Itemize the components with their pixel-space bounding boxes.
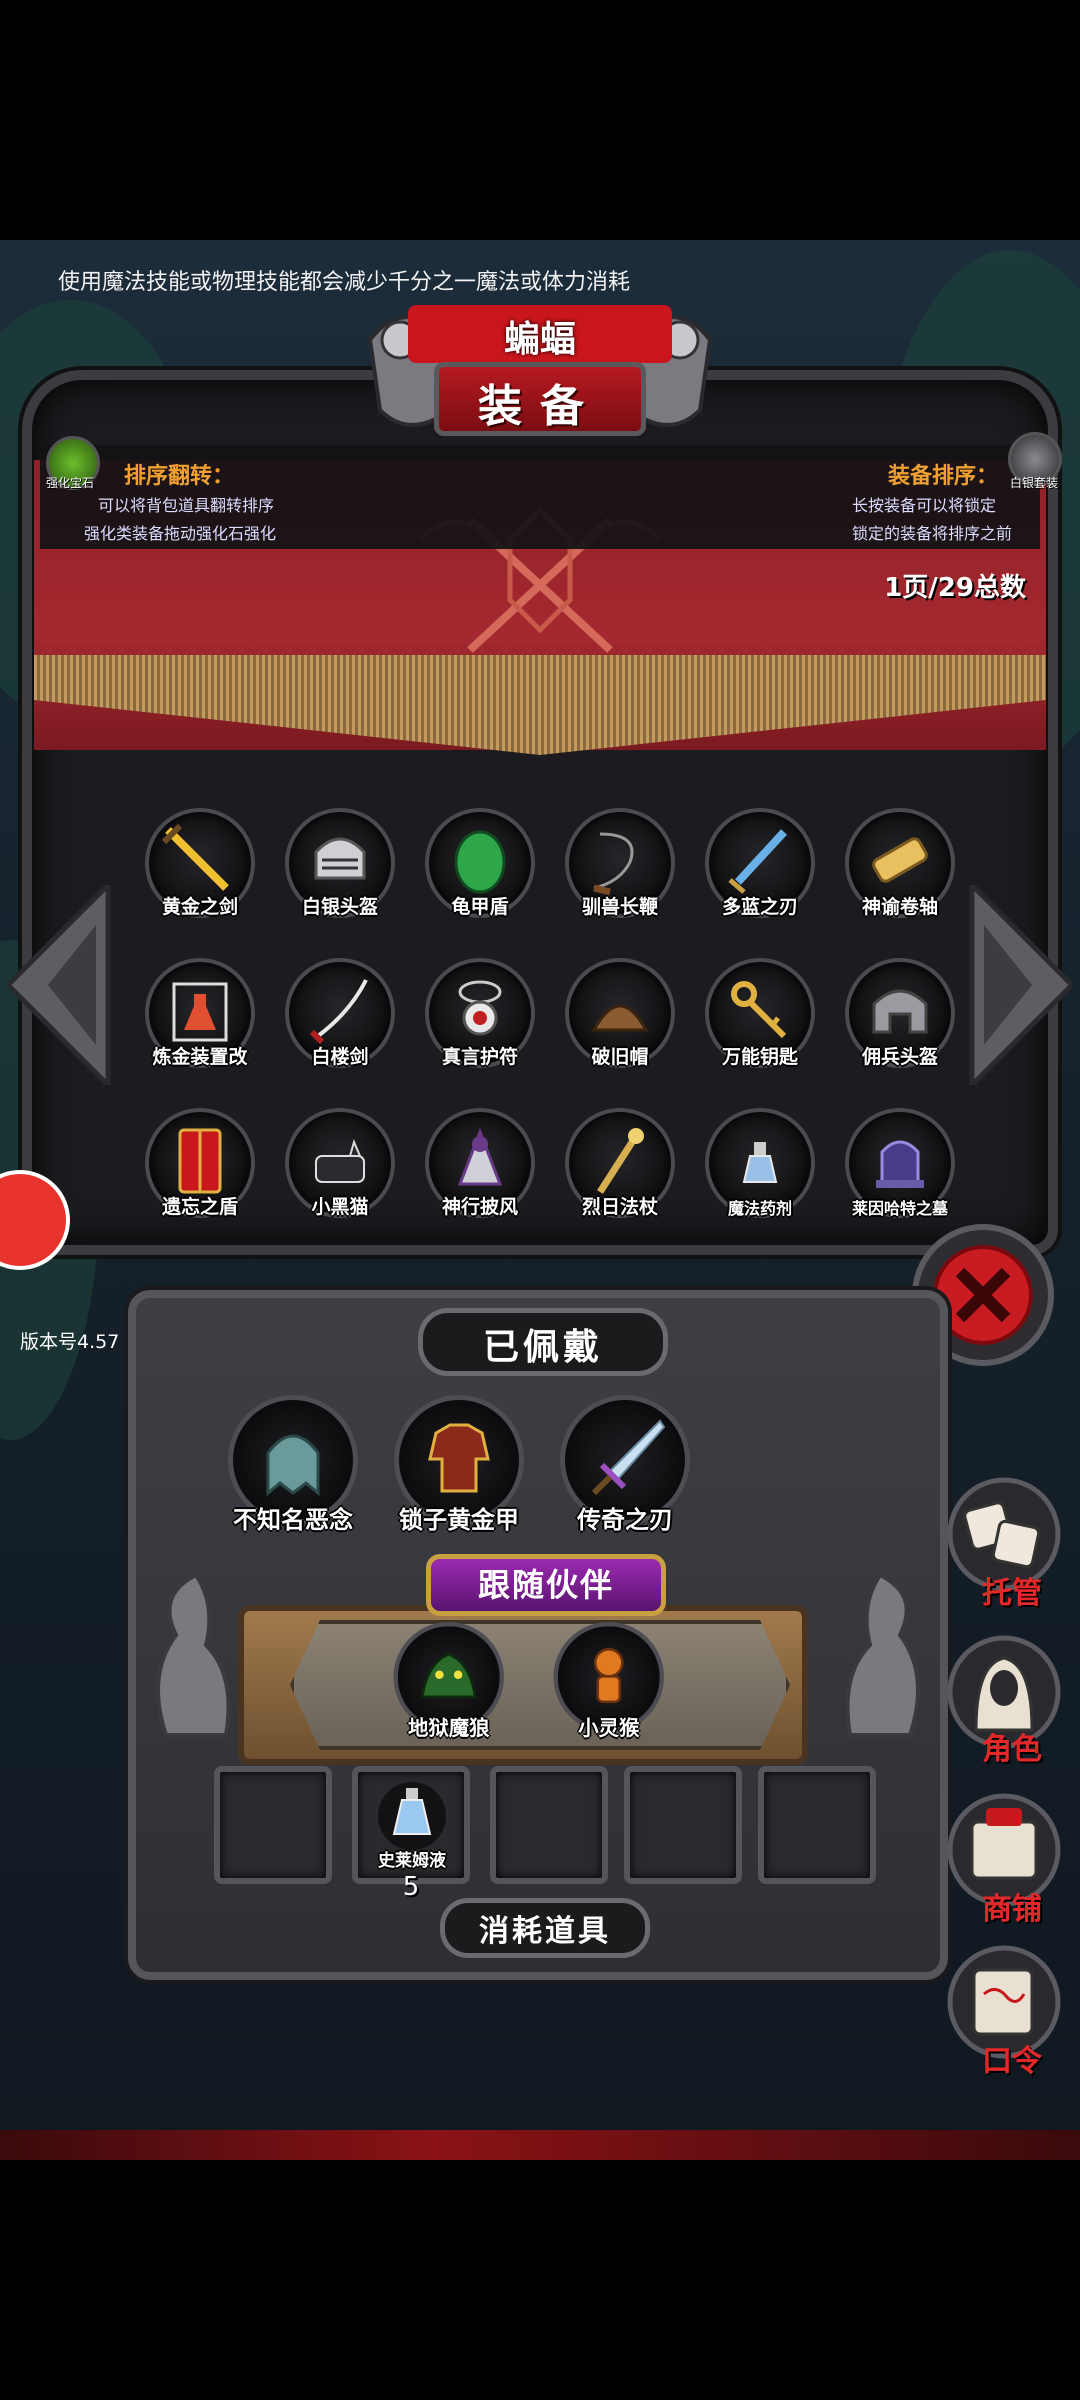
staff-icon — [597, 1128, 644, 1194]
tip-text: 使用魔法技能或物理技能都会减少千分之一魔法或体力消耗 — [58, 270, 631, 295]
item-label: 小黑猫 — [311, 1196, 369, 1218]
item-label: 佣兵头盔 — [861, 1046, 938, 1068]
companion-slot[interactable]: 地狱魔狼 — [385, 1622, 513, 1750]
inventory-slot[interactable]: 万能钥匙 — [700, 958, 820, 1084]
amulet-icon — [458, 980, 502, 1036]
prev-page-arrow-icon[interactable] — [8, 885, 118, 1085]
katana-icon — [309, 979, 368, 1045]
auto-label[interactable]: 托管 — [952, 1568, 1072, 1612]
inventory-slot[interactable]: 多蓝之刃 — [700, 808, 820, 934]
potion-icon — [742, 1142, 778, 1183]
inventory-slot[interactable]: 白楼剑 — [280, 958, 400, 1084]
code-label[interactable]: 口令 — [952, 2036, 1072, 2080]
inventory-slot[interactable]: 烈日法杖 — [560, 1108, 680, 1234]
cloak-icon — [457, 1127, 503, 1186]
bottom-strip — [0, 2130, 1080, 2160]
golden-armor-icon — [428, 1423, 490, 1493]
inventory-slot[interactable]: 神行披风 — [420, 1108, 540, 1234]
player-nickname: 蝙蝠 — [503, 319, 576, 360]
tomb-icon — [876, 1140, 924, 1188]
item-label: 白银头盔 — [301, 896, 378, 918]
inventory-slot[interactable]: 破旧帽 — [560, 958, 680, 1084]
item-label: 白楼剑 — [311, 1046, 369, 1068]
worn-title: 已佩戴 — [482, 1327, 603, 1368]
blue-blade-icon — [728, 829, 787, 894]
inventory-slot[interactable]: 真言护符 — [420, 958, 540, 1084]
consumable-label: 史莱姆液 — [378, 1851, 446, 1871]
golden-sword-icon — [161, 823, 229, 891]
black-cat-icon — [315, 1139, 365, 1183]
consumable-slot[interactable] — [758, 1766, 876, 1884]
inventory-slot[interactable]: 龟甲盾 — [420, 808, 540, 934]
inventory-slot[interactable]: 炼金装置改 — [140, 958, 260, 1084]
consumable-slot[interactable]: 史莱姆液 5 — [352, 1766, 470, 1902]
inventory-slot[interactable]: 驯兽长鞭 — [560, 808, 680, 934]
inventory-slot[interactable]: 佣兵头盔 — [840, 958, 960, 1084]
item-label: 多蓝之刃 — [721, 896, 798, 918]
item-label: 龟甲盾 — [451, 896, 509, 918]
item-label: 万能钥匙 — [721, 1046, 798, 1068]
equip-sort-line1: 长按装备可以将锁定 — [852, 496, 997, 515]
equip-sort-title[interactable]: 装备排序： — [888, 458, 998, 490]
worn-slot[interactable]: 不知名恶念 — [218, 1395, 368, 1545]
enhance-gem-label: 强化宝石 — [46, 476, 95, 490]
consumable-slot[interactable] — [490, 1766, 608, 1884]
scroll-icon — [872, 837, 928, 883]
consumable-slot[interactable] — [214, 1766, 332, 1884]
alchemy-flask-icon — [172, 982, 228, 1042]
companion-slot[interactable]: 小灵猴 — [545, 1622, 673, 1750]
gargoyle-right-icon — [845, 1572, 920, 1737]
worn-slot[interactable]: 锁子黄金甲 — [384, 1395, 534, 1545]
key-icon — [731, 981, 787, 1039]
inventory-slot[interactable]: 小黑猫 — [280, 1108, 400, 1234]
role-label[interactable]: 角色 — [952, 1724, 1072, 1768]
item-label: 莱因哈特之墓 — [851, 1199, 948, 1218]
shop-label[interactable]: 商铺 — [952, 1884, 1072, 1928]
monkey-icon — [593, 1647, 624, 1704]
turtle-shield-icon — [454, 830, 506, 894]
silver-helmet-icon — [314, 837, 366, 880]
item-label: 黄金之剑 — [161, 896, 238, 918]
worn-slot[interactable]: 传奇之刃 — [550, 1395, 700, 1545]
mercenary-helmet-icon — [872, 989, 928, 1034]
inventory-slot[interactable]: 白银头盔 — [280, 808, 400, 934]
consumables-title: 消耗道具 — [479, 1914, 611, 1949]
consumable-count: 5 — [402, 1872, 420, 1902]
item-label: 驯兽长鞭 — [581, 896, 658, 918]
equip-sort-line2: 锁定的装备将排序之前 — [852, 524, 1013, 543]
inventory-slot[interactable]: 黄金之剑 — [140, 808, 260, 934]
worn-item-label: 传奇之刃 — [577, 1506, 673, 1534]
item-label: 遗忘之盾 — [161, 1196, 238, 1218]
inventory-slot[interactable]: 莱因哈特之墓 — [840, 1108, 960, 1234]
item-label: 炼金装置改 — [152, 1046, 248, 1068]
companion-label: 地狱魔狼 — [407, 1716, 490, 1741]
inventory-slot[interactable]: 遗忘之盾 — [140, 1108, 260, 1234]
silver-set-label: 白银套装 — [1010, 476, 1059, 490]
companion-title: 跟随伙伴 — [477, 1566, 614, 1604]
ghost-icon — [266, 1434, 320, 1497]
companion-label: 小灵猴 — [578, 1716, 640, 1741]
sort-flip-title[interactable]: 排序翻转： — [124, 458, 234, 490]
sort-flip-line1: 可以将背包道具翻转排序 — [98, 496, 275, 515]
inventory-slot[interactable]: 魔法药剂 — [700, 1108, 820, 1234]
item-label: 真言护符 — [441, 1046, 518, 1068]
version-label: 版本号4.57 — [20, 1331, 120, 1353]
gargoyle-left-icon — [156, 1572, 231, 1737]
slime-potion-icon — [378, 1782, 446, 1850]
sort-flip-line2: 强化类装备拖动强化石强化 — [84, 524, 277, 543]
item-label: 烈日法杖 — [581, 1196, 658, 1218]
legend-blade-icon — [591, 1419, 666, 1496]
consumable-slot[interactable] — [624, 1766, 742, 1884]
item-label: 神谕卷轴 — [861, 896, 938, 918]
page-title: 装备 — [478, 381, 602, 432]
item-label: 破旧帽 — [591, 1046, 649, 1068]
red-shield-icon — [178, 1128, 222, 1194]
item-label: 神行披风 — [441, 1196, 518, 1218]
page-count: 1页/29总数 — [884, 573, 1026, 603]
whip-icon — [593, 832, 634, 896]
inventory-slot[interactable]: 神谕卷轴 — [840, 808, 960, 934]
hell-wolf-icon — [420, 1652, 477, 1699]
item-label: 魔法药剂 — [727, 1199, 792, 1218]
old-hat-icon — [591, 1004, 649, 1032]
